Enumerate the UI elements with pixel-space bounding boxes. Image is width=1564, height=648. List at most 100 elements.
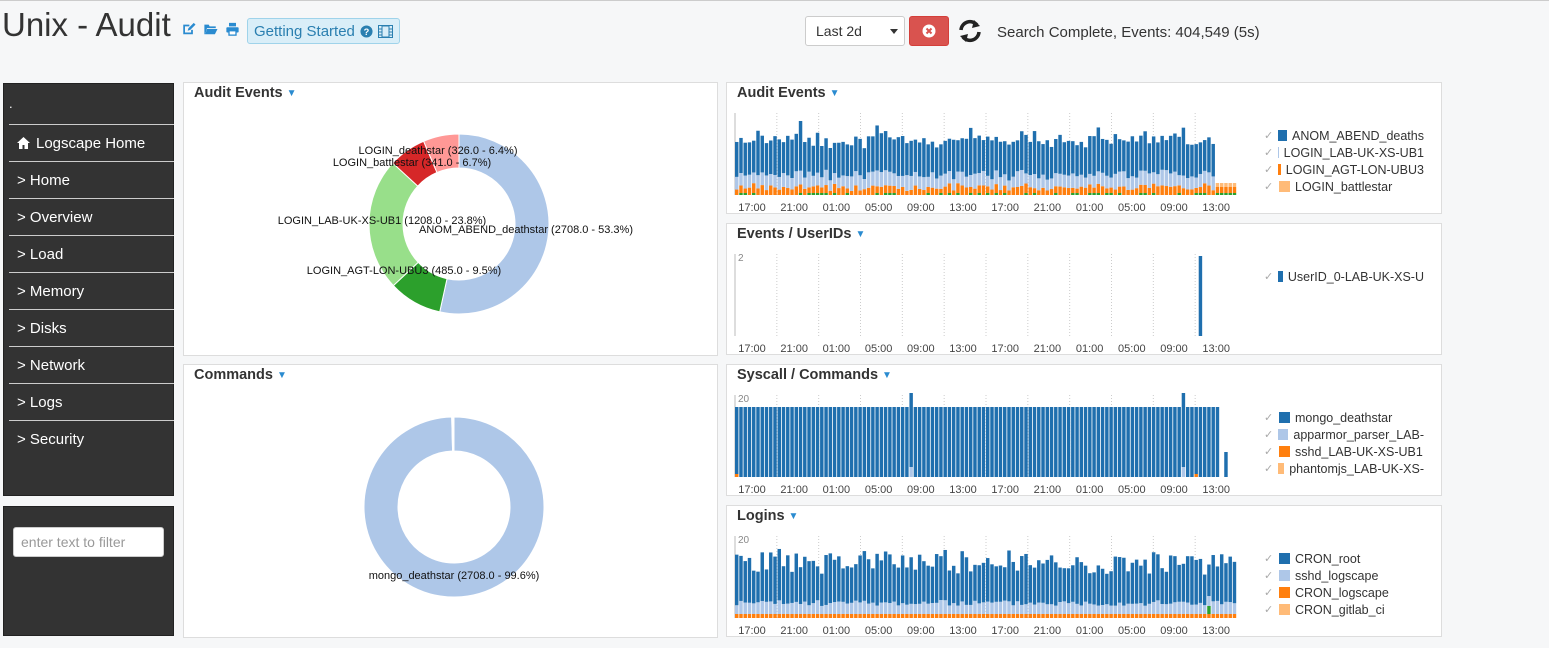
bar-segment[interactable] [1181,563,1186,602]
bar-segment[interactable] [909,603,913,614]
bar-segment[interactable] [986,193,990,195]
bar-segment[interactable] [786,175,790,189]
bar-segment[interactable] [905,175,909,191]
bar-segment[interactable] [1232,193,1237,195]
bar-segment[interactable] [968,127,973,175]
bar-segment[interactable] [764,614,769,618]
bar-segment[interactable] [947,570,952,606]
bar-segment[interactable] [1113,614,1118,618]
sidebar-item-network[interactable]: > Network [9,346,174,383]
bar-segment[interactable] [986,186,990,193]
bar-segment[interactable] [917,407,922,477]
bar-segment[interactable] [990,614,994,618]
bar-segment[interactable] [756,130,760,176]
bar-segment[interactable] [1109,614,1113,618]
bar-segment[interactable] [803,188,807,195]
bar-segment[interactable] [1139,184,1143,193]
bar-segment[interactable] [786,555,790,604]
bar-segment[interactable] [1024,604,1028,614]
bar-segment[interactable] [1037,141,1041,179]
bar-segment[interactable] [1219,554,1224,605]
bar-segment[interactable] [1024,614,1028,618]
bar-segment[interactable] [1215,614,1220,618]
bar-segment[interactable] [909,189,913,195]
bar-segment[interactable] [845,176,850,189]
bar-segment[interactable] [849,190,854,195]
bar-segment[interactable] [926,144,930,177]
bar-segment[interactable] [735,407,739,474]
bar-segment[interactable] [977,565,981,604]
bar-segment[interactable] [917,142,922,177]
bar-segment[interactable] [798,614,803,618]
bar-segment[interactable] [990,564,994,603]
bar-segment[interactable] [1049,178,1054,190]
bar-segment[interactable] [1211,601,1215,614]
bar-segment[interactable] [883,170,888,186]
bar-segment[interactable] [960,551,964,602]
bar-segment[interactable] [1139,407,1143,477]
bar-segment[interactable] [781,142,786,174]
bar-segment[interactable] [990,189,994,195]
bar-segment[interactable] [960,407,964,477]
bar-segment[interactable] [1228,556,1232,603]
bar-segment[interactable] [939,188,943,193]
bar-segment[interactable] [1211,555,1215,602]
bar-segment[interactable] [913,407,918,477]
bar-segment[interactable] [1147,143,1152,174]
bar-segment[interactable] [1032,193,1037,195]
sidebar-item-disks[interactable]: > Disks [9,309,174,346]
bar-segment[interactable] [939,193,943,195]
bar-segment[interactable] [883,185,888,193]
bar-segment[interactable] [1011,176,1015,188]
legend-item[interactable]: ✓ ANOM_ABEND_deaths [1264,127,1424,144]
legend-item[interactable]: ✓ apparmor_parser_LAB- [1264,426,1424,443]
bar-segment[interactable] [896,614,901,618]
bar-segment[interactable] [1003,185,1007,193]
bar-segment[interactable] [1024,173,1028,184]
bar-segment[interactable] [1190,604,1194,614]
bar-segment[interactable] [1096,407,1101,477]
bar-segment[interactable] [981,170,986,186]
bar-segment[interactable] [1173,556,1177,603]
bar-segment[interactable] [777,614,781,618]
bar-segment[interactable] [1092,614,1096,618]
bar-segment[interactable] [781,407,786,477]
bar-segment[interactable] [943,140,947,174]
bar-segment[interactable] [934,554,939,603]
bar-segment[interactable] [811,614,816,618]
bar-segment[interactable] [939,407,943,477]
bar-segment[interactable] [1202,193,1207,195]
sidebar-item-security[interactable]: > Security [9,420,174,457]
bar-segment[interactable] [1219,614,1224,618]
bar-segment[interactable] [968,174,973,187]
bar-segment[interactable] [943,186,947,195]
bar-segment[interactable] [1049,614,1054,618]
bar-segment[interactable] [1164,140,1169,171]
bar-segment[interactable] [862,148,867,179]
bar-segment[interactable] [875,186,879,193]
bar-segment[interactable] [760,407,764,477]
bar-segment[interactable] [1151,614,1156,618]
bar-segment[interactable] [1177,136,1181,176]
bar-segment[interactable] [1202,605,1207,614]
bar-segment[interactable] [986,558,990,602]
print-icon[interactable] [225,22,240,36]
bar-segment[interactable] [973,188,977,195]
sidebar-item-home[interactable]: > Home [9,161,174,198]
bar-segment[interactable] [1185,614,1190,618]
bar-segment[interactable] [1011,561,1015,606]
bar-segment[interactable] [956,573,960,606]
bar-segment[interactable] [1092,136,1096,176]
bar-segment[interactable] [866,407,871,477]
bar-segment[interactable] [764,190,769,195]
bar-segment[interactable] [1015,186,1020,195]
bar-segment[interactable] [900,186,905,195]
bar-segment[interactable] [764,407,769,477]
bar-segment[interactable] [964,138,969,177]
bar-segment[interactable] [1181,175,1186,189]
bar-segment[interactable] [769,174,773,186]
bar-segment[interactable] [892,139,896,174]
bar-segment[interactable] [1032,567,1037,605]
bar-segment[interactable] [854,407,858,477]
bar-segment[interactable] [841,186,845,195]
